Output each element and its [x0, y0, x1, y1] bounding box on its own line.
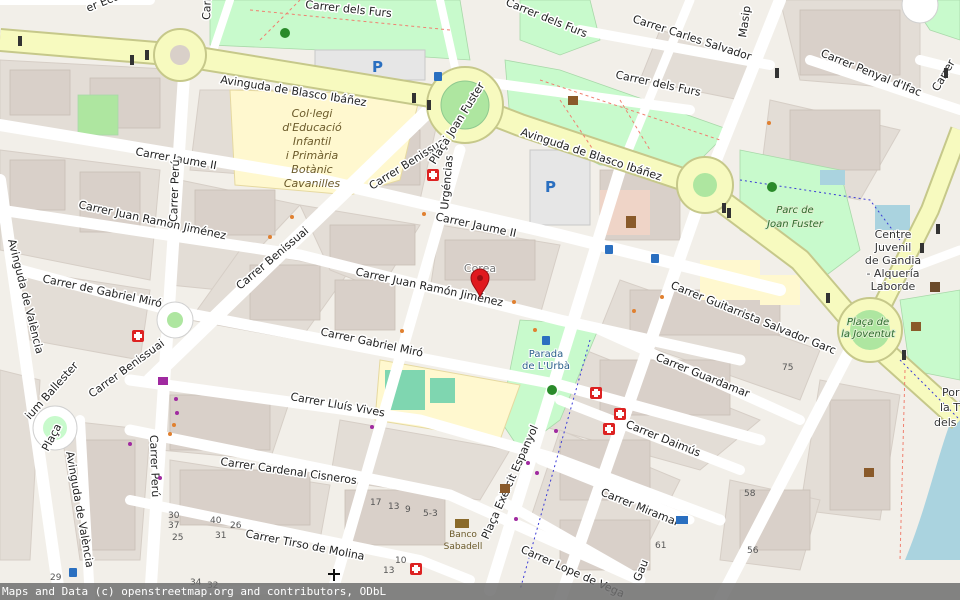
svg-text:de L'Urbà: de L'Urbà: [522, 360, 570, 372]
shopping-icon[interactable]: [158, 377, 168, 385]
map-canvas[interactable]: Avinguda de Blasco Ibáñez Avinguda de Bl…: [0, 0, 960, 600]
svg-text:37: 37: [168, 521, 179, 531]
svg-text:9: 9: [405, 505, 411, 515]
parada-label: Parada de L'Urbà: [521, 348, 571, 373]
svg-text:31: 31: [215, 531, 226, 541]
svg-text:Joan Fuster: Joan Fuster: [765, 219, 824, 230]
svg-text:17: 17: [370, 498, 381, 508]
community-icon[interactable]: [930, 282, 940, 292]
svg-text:26: 26: [230, 521, 242, 531]
parking-icon[interactable]: P: [372, 58, 383, 76]
svg-text:30: 30: [168, 511, 180, 521]
svg-text:13: 13: [383, 566, 394, 576]
svg-text:Laborde: Laborde: [871, 280, 916, 293]
placa-joventut-label: Plaça de la Joventut: [840, 316, 897, 341]
svg-text:10: 10: [395, 556, 407, 566]
svg-text:13: 13: [388, 502, 399, 512]
parking-icon-2[interactable]: P: [545, 178, 556, 196]
svg-text:i Primària: i Primària: [286, 149, 339, 162]
svg-text:Centre: Centre: [875, 228, 912, 241]
parking-lot-2: [529, 149, 591, 226]
svg-text:58: 58: [744, 489, 756, 499]
hotel-icon[interactable]: [676, 516, 688, 524]
svg-text:25: 25: [172, 533, 183, 543]
svg-text:Infantil: Infantil: [293, 135, 331, 148]
svg-text:Banco: Banco: [449, 530, 477, 540]
svg-text:61: 61: [655, 541, 666, 551]
svg-text:P: P: [545, 178, 556, 196]
svg-text:29: 29: [50, 573, 62, 583]
svg-text:dels: dels: [934, 416, 957, 429]
svg-text:la T: la T: [940, 401, 960, 414]
svg-text:Juvenil: Juvenil: [874, 241, 912, 254]
roundabout-west-center: [170, 45, 190, 65]
svg-text:de Gandia: de Gandia: [865, 254, 921, 267]
sports-pitch-2: [430, 378, 455, 403]
svg-text:d'Educació: d'Educació: [282, 121, 342, 134]
svg-text:Por: Por: [942, 386, 960, 399]
svg-text:Botànic: Botànic: [291, 163, 332, 176]
svg-text:Parada: Parada: [529, 349, 563, 360]
label-carrer-top: Carrer: [200, 0, 214, 20]
svg-text:56: 56: [747, 546, 759, 556]
roundabout-east-center: [693, 173, 717, 197]
label-peru-2: Carrer Perú: [147, 435, 162, 498]
svg-text:- Alquería: - Alquería: [866, 267, 919, 280]
label-peru-1: Carrer Perú: [167, 159, 182, 222]
svg-text:Plaça de: Plaça de: [847, 317, 889, 328]
svg-text:40: 40: [210, 516, 222, 526]
bank-icon[interactable]: [455, 519, 469, 528]
svg-text:75: 75: [782, 363, 793, 373]
water-pond: [875, 205, 910, 230]
map-attribution: Maps and Data (c) openstreetmap.org and …: [0, 583, 960, 600]
svg-text:P: P: [372, 58, 383, 76]
svg-text:Parc de: Parc de: [776, 205, 813, 216]
svg-text:5-3: 5-3: [423, 509, 438, 519]
water-pond-2: [820, 170, 845, 185]
svg-text:la Joventut: la Joventut: [841, 329, 896, 340]
svg-text:Col·legi: Col·legi: [292, 107, 333, 120]
svg-text:Cavanilles: Cavanilles: [284, 177, 341, 190]
svg-text:Sabadell: Sabadell: [444, 542, 483, 552]
roundabout-small-center: [167, 312, 183, 328]
